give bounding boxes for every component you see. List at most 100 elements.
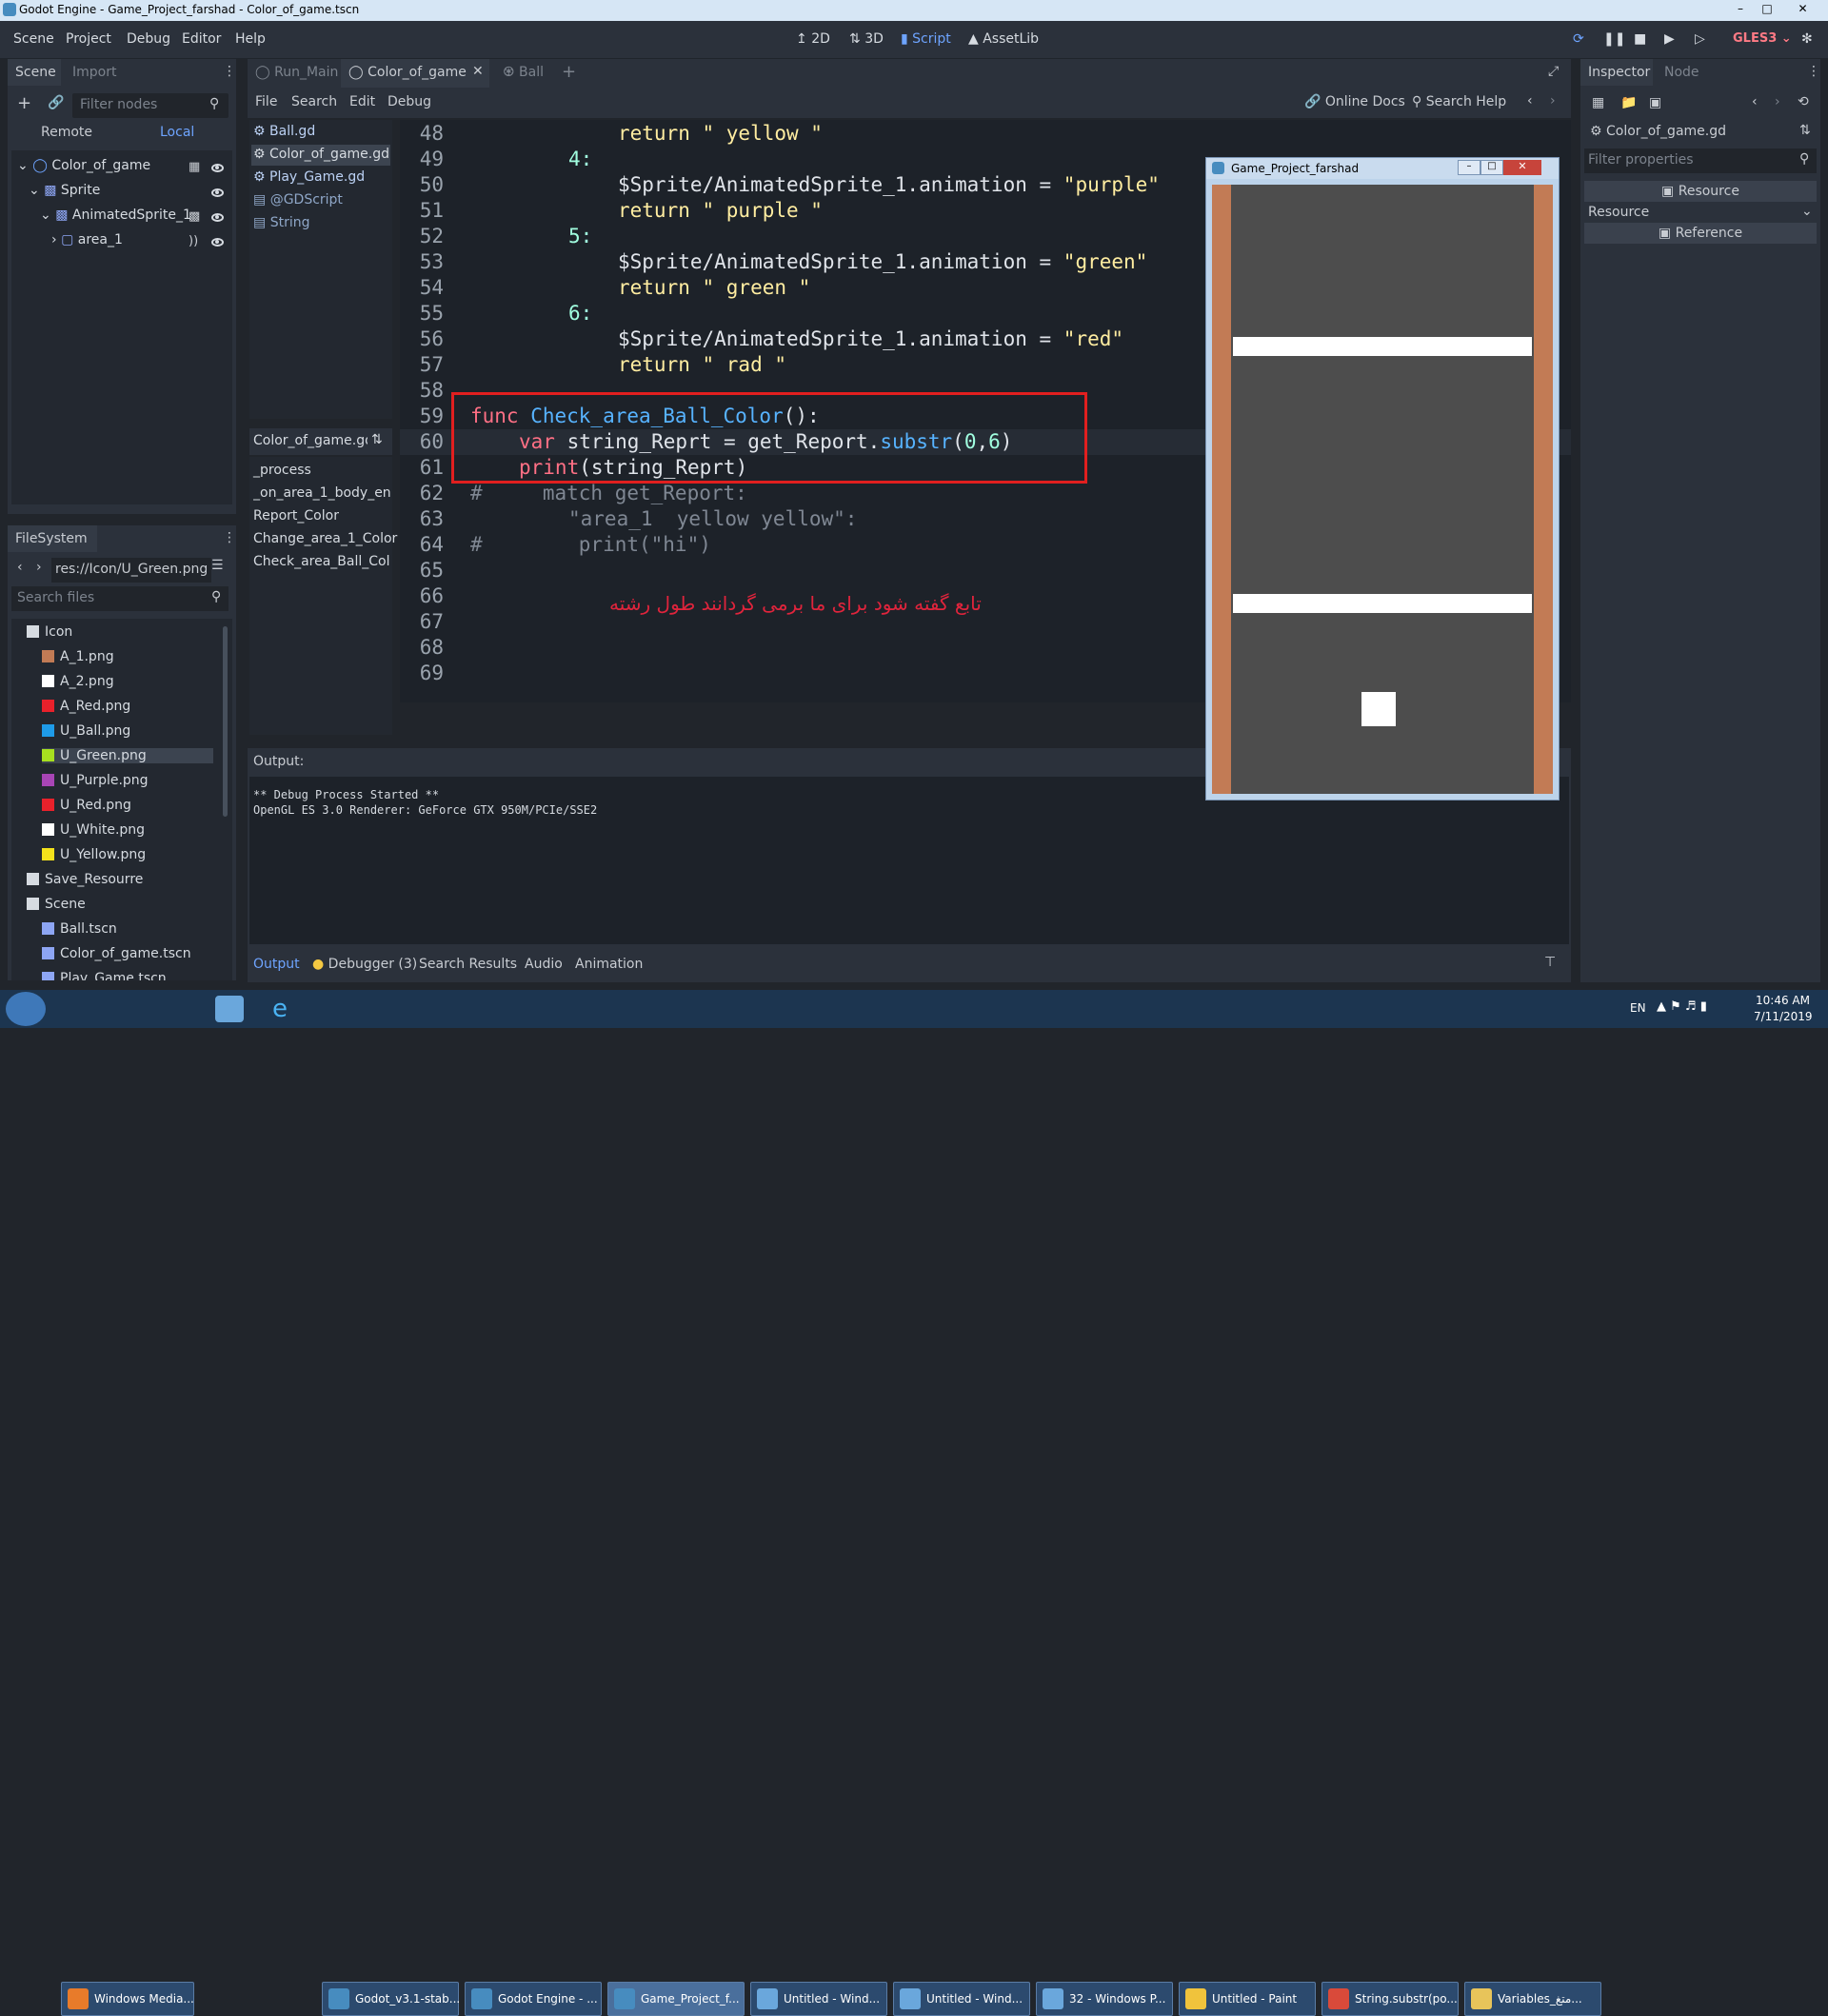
- bottom-tab-search-results[interactable]: Search Results: [419, 957, 517, 972]
- bottom-tab-animation[interactable]: Animation: [575, 957, 643, 972]
- menu-editor[interactable]: Editor: [182, 31, 221, 47]
- member-item[interactable]: _process: [253, 463, 311, 478]
- next-script-icon[interactable]: ›: [1550, 93, 1556, 109]
- member-item[interactable]: Change_area_1_Color: [253, 531, 397, 546]
- maximize-button[interactable]: □: [1755, 0, 1779, 19]
- tab-import[interactable]: Import: [72, 65, 116, 80]
- tab-node[interactable]: Node: [1664, 65, 1699, 80]
- script-menu-debug[interactable]: Debug: [387, 94, 431, 109]
- pinned-app-icon[interactable]: [215, 996, 244, 1022]
- internet-explorer-icon[interactable]: e: [272, 996, 301, 1022]
- dock-menu-icon[interactable]: ⋮: [223, 64, 236, 79]
- visibility-eye-icon[interactable]: [211, 164, 224, 172]
- workspace-3d-button[interactable]: ⇅ 3D: [849, 31, 884, 47]
- tree-node-area[interactable]: › ▢ area_1: [51, 232, 123, 247]
- add-node-icon[interactable]: +: [17, 93, 31, 113]
- tab-run-main[interactable]: ◯ Run_Main: [255, 65, 338, 80]
- history-back-icon[interactable]: ‹: [1752, 94, 1758, 109]
- file-item[interactable]: Color_of_game.tscn: [42, 946, 191, 961]
- forward-icon[interactable]: ›: [36, 560, 42, 575]
- workspace-script-button[interactable]: ▮ Script: [901, 31, 951, 47]
- inspected-object[interactable]: ⚙ Color_of_game.gd: [1590, 124, 1726, 139]
- distraction-free-icon[interactable]: ⤢: [1548, 64, 1559, 79]
- file-item[interactable]: U_Ball.png: [42, 723, 130, 739]
- game-viewport[interactable]: [1212, 185, 1553, 794]
- script-item-ball[interactable]: ⚙ Ball.gd: [253, 124, 315, 139]
- taskbar-button[interactable]: Untitled - Wind...: [750, 1982, 887, 2016]
- reference-section-header[interactable]: ▣ Reference: [1584, 223, 1817, 244]
- member-item[interactable]: _on_area_1_body_ente: [253, 485, 390, 501]
- play-scene-icon[interactable]: ▶: [1664, 31, 1675, 47]
- script-item-gdscript[interactable]: ▤ @GDScript: [253, 192, 343, 208]
- filter-properties-input[interactable]: Filter properties ⚲: [1584, 148, 1817, 173]
- tray-icons[interactable]: ▲ ⚑ ♬ ▮: [1657, 999, 1707, 1014]
- pause-icon[interactable]: ❚❚: [1603, 31, 1625, 47]
- new-resource-icon[interactable]: ▦: [1592, 95, 1604, 110]
- language-indicator[interactable]: EN: [1630, 1001, 1646, 1015]
- link-icon[interactable]: 🔗: [48, 95, 64, 110]
- file-item[interactable]: U_Purple.png: [42, 773, 149, 788]
- view-mode-icon[interactable]: ☰: [211, 558, 224, 573]
- file-item[interactable]: Ball.tscn: [42, 921, 117, 937]
- taskbar-button[interactable]: String.substr(po...: [1321, 1982, 1459, 2016]
- menu-project[interactable]: Project: [66, 31, 111, 47]
- script-icon[interactable]: ▦: [189, 160, 200, 174]
- folder-item[interactable]: Icon: [27, 624, 72, 640]
- local-toggle[interactable]: Local: [160, 125, 194, 140]
- start-button[interactable]: [6, 992, 46, 1026]
- bottom-tab-output[interactable]: Output: [253, 957, 300, 972]
- tree-node-animatedsprite[interactable]: ⌄ ▩ AnimatedSprite_1: [40, 208, 191, 223]
- script-menu-search[interactable]: Search: [291, 94, 337, 109]
- taskbar-button[interactable]: Untitled - Wind...: [893, 1982, 1030, 2016]
- file-item[interactable]: A_1.png: [42, 649, 114, 664]
- search-help-button[interactable]: ⚲ Search Help: [1412, 94, 1506, 109]
- object-options-icon[interactable]: ⇅: [1799, 123, 1811, 138]
- tab-ball[interactable]: ♼ Ball: [503, 65, 544, 80]
- back-icon[interactable]: ‹: [17, 560, 23, 575]
- taskbar-button[interactable]: Variables_متغ...: [1464, 1982, 1601, 2016]
- taskbar-button[interactable]: 32 - Windows P...: [1036, 1982, 1173, 2016]
- tab-inspector[interactable]: Inspector: [1580, 59, 1653, 86]
- game-window[interactable]: Game_Project_farshad – □ ✕: [1205, 157, 1560, 800]
- prev-script-icon[interactable]: ‹: [1527, 93, 1533, 109]
- script-item-string[interactable]: ▤ String: [253, 215, 309, 230]
- file-item[interactable]: A_Red.png: [42, 699, 130, 714]
- bottom-tab-debugger[interactable]: ● Debugger (3): [312, 957, 417, 972]
- minimize-button[interactable]: –: [1728, 0, 1753, 19]
- history-icon[interactable]: ⟲: [1798, 94, 1809, 109]
- taskbar-button[interactable]: Untitled - Paint: [1179, 1982, 1316, 2016]
- visibility-eye-icon[interactable]: [211, 188, 224, 197]
- reload-icon[interactable]: ⟳: [1573, 31, 1584, 47]
- member-item[interactable]: Report_Color: [253, 508, 339, 524]
- history-forward-icon[interactable]: ›: [1775, 94, 1780, 109]
- remote-toggle[interactable]: Remote: [41, 125, 92, 140]
- sort-icon[interactable]: ⇅: [371, 432, 383, 447]
- file-item[interactable]: U_Yellow.png: [42, 847, 146, 862]
- online-docs-button[interactable]: 🔗 Online Docs: [1304, 94, 1405, 109]
- menu-scene[interactable]: Scene: [13, 31, 54, 47]
- menu-help[interactable]: Help: [235, 31, 266, 47]
- close-tab-icon[interactable]: ✕: [472, 64, 484, 79]
- game-minimize-button[interactable]: –: [1458, 160, 1480, 175]
- visibility-eye-icon[interactable]: [211, 213, 224, 222]
- stop-icon[interactable]: ■: [1634, 31, 1646, 47]
- search-files-input[interactable]: Search files ⚲: [11, 586, 228, 611]
- clock-date[interactable]: 7/11/2019: [1754, 1010, 1813, 1023]
- renderer-select[interactable]: GLES3 ⌄: [1733, 31, 1792, 46]
- load-resource-icon[interactable]: 📁: [1620, 95, 1637, 110]
- tab-filesystem[interactable]: FileSystem: [8, 525, 97, 552]
- folder-item[interactable]: Scene: [27, 897, 86, 912]
- tab-scene[interactable]: Scene: [8, 59, 61, 86]
- script-item-play-game[interactable]: ⚙ Play_Game.gd: [253, 169, 365, 185]
- taskbar-button[interactable]: Game_Project_f...: [607, 1982, 745, 2016]
- close-button[interactable]: ✕: [1781, 0, 1824, 19]
- taskbar-button[interactable]: Godot_v3.1-stab...: [322, 1982, 460, 2016]
- game-close-button[interactable]: ✕: [1503, 160, 1541, 175]
- file-item[interactable]: U_Red.png: [42, 798, 131, 813]
- file-item[interactable]: A_2.png: [42, 674, 114, 689]
- file-item[interactable]: U_Green.png: [42, 748, 213, 763]
- resource-section-header[interactable]: ▣ Resource: [1584, 181, 1817, 202]
- add-tab-icon[interactable]: +: [562, 62, 576, 82]
- scrollbar[interactable]: [223, 626, 228, 817]
- play-custom-scene-icon[interactable]: ▷: [1695, 31, 1705, 47]
